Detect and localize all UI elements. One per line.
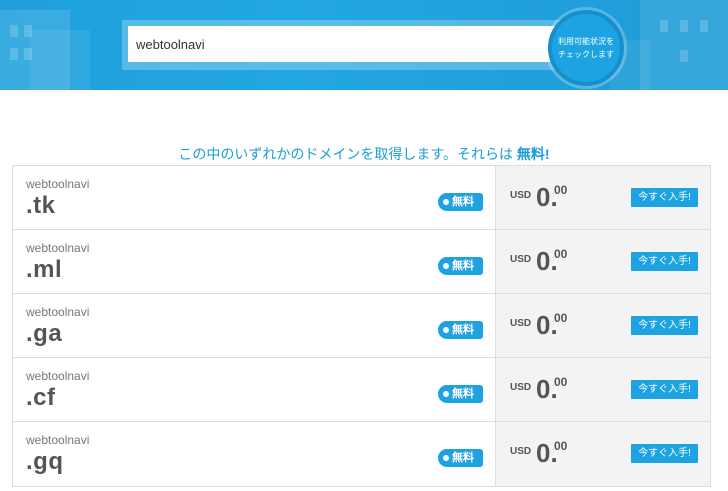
get-now-button[interactable]: 今すぐ入手! bbox=[631, 380, 698, 399]
price-cents: 00 bbox=[554, 375, 568, 389]
background-window bbox=[680, 50, 688, 62]
get-now-button[interactable]: 今すぐ入手! bbox=[631, 444, 698, 463]
headline-text: この中のいずれかのドメインを取得します。それらは bbox=[178, 146, 517, 162]
background-window bbox=[660, 20, 668, 32]
badge-dot-icon bbox=[443, 199, 449, 205]
domain-row: webtoolnavi .tk 無料 USD 0. 00 今すぐ入手! bbox=[13, 166, 710, 230]
domain-info: webtoolnavi .cf 無料 bbox=[13, 358, 495, 421]
domain-row: webtoolnavi .gq 無料 USD 0. 00 今すぐ入手! bbox=[13, 422, 710, 486]
price-currency: USD bbox=[510, 446, 532, 457]
price-cents: 00 bbox=[554, 439, 568, 453]
domain-tld: .cf bbox=[26, 384, 56, 411]
domain-list: webtoolnavi .tk 無料 USD 0. 00 今すぐ入手! webt… bbox=[12, 165, 711, 487]
domain-name: webtoolnavi bbox=[26, 369, 90, 383]
badge-dot-icon bbox=[443, 263, 449, 269]
domain-price: USD 0. 00 今すぐ入手! bbox=[495, 166, 710, 229]
domain-price: USD 0. 00 今すぐ入手! bbox=[495, 230, 710, 293]
domain-price: USD 0. 00 今すぐ入手! bbox=[495, 358, 710, 421]
domain-row: webtoolnavi .ml 無料 USD 0. 00 今すぐ入手! bbox=[13, 230, 710, 294]
domain-row: webtoolnavi .cf 無料 USD 0. 00 今すぐ入手! bbox=[13, 358, 710, 422]
free-badge: 無料 bbox=[438, 385, 483, 403]
background-window bbox=[24, 48, 32, 60]
badge-dot-icon bbox=[443, 327, 449, 333]
price-cents: 00 bbox=[554, 311, 568, 325]
domain-search-input[interactable] bbox=[128, 26, 564, 62]
badge-dot-icon bbox=[443, 391, 449, 397]
headline-emphasis: 無料! bbox=[516, 146, 550, 162]
domain-info: webtoolnavi .ml 無料 bbox=[13, 230, 495, 293]
free-badge: 無料 bbox=[438, 193, 483, 211]
price-cents: 00 bbox=[554, 183, 568, 197]
domain-name: webtoolnavi bbox=[26, 241, 90, 255]
background-window bbox=[680, 20, 688, 32]
domain-tld: .gq bbox=[26, 448, 64, 475]
free-badge: 無料 bbox=[438, 321, 483, 339]
domain-tld: .tk bbox=[26, 192, 56, 219]
background-window bbox=[10, 25, 18, 37]
get-now-button[interactable]: 今すぐ入手! bbox=[631, 316, 698, 335]
check-availability-button[interactable]: 利用可能状況をチェックします bbox=[548, 10, 624, 86]
get-now-button[interactable]: 今すぐ入手! bbox=[631, 188, 698, 207]
page-headline: この中のいずれかのドメインを取得します。それらは 無料! bbox=[0, 144, 728, 164]
domain-tld: .ml bbox=[26, 256, 63, 283]
domain-price: USD 0. 00 今すぐ入手! bbox=[495, 422, 710, 486]
domain-price: USD 0. 00 今すぐ入手! bbox=[495, 294, 710, 357]
get-now-button[interactable]: 今すぐ入手! bbox=[631, 252, 698, 271]
domain-info: webtoolnavi .tk 無料 bbox=[13, 166, 495, 229]
domain-name: webtoolnavi bbox=[26, 305, 90, 319]
background-window bbox=[24, 25, 32, 37]
background-window bbox=[10, 48, 18, 60]
price-currency: USD bbox=[510, 318, 532, 329]
price-currency: USD bbox=[510, 382, 532, 393]
price-cents: 00 bbox=[554, 247, 568, 261]
price-currency: USD bbox=[510, 254, 532, 265]
domain-tld: .ga bbox=[26, 320, 63, 347]
free-badge: 無料 bbox=[438, 257, 483, 275]
badge-dot-icon bbox=[443, 455, 449, 461]
domain-name: webtoolnavi bbox=[26, 177, 90, 191]
background-building bbox=[640, 0, 728, 90]
domain-row: webtoolnavi .ga 無料 USD 0. 00 今すぐ入手! bbox=[13, 294, 710, 358]
price-currency: USD bbox=[510, 190, 532, 201]
free-badge: 無料 bbox=[438, 449, 483, 467]
background-window bbox=[700, 20, 708, 32]
domain-info: webtoolnavi .ga 無料 bbox=[13, 294, 495, 357]
domain-info: webtoolnavi .gq 無料 bbox=[13, 422, 495, 486]
domain-name: webtoolnavi bbox=[26, 433, 90, 447]
background-building bbox=[30, 30, 90, 90]
